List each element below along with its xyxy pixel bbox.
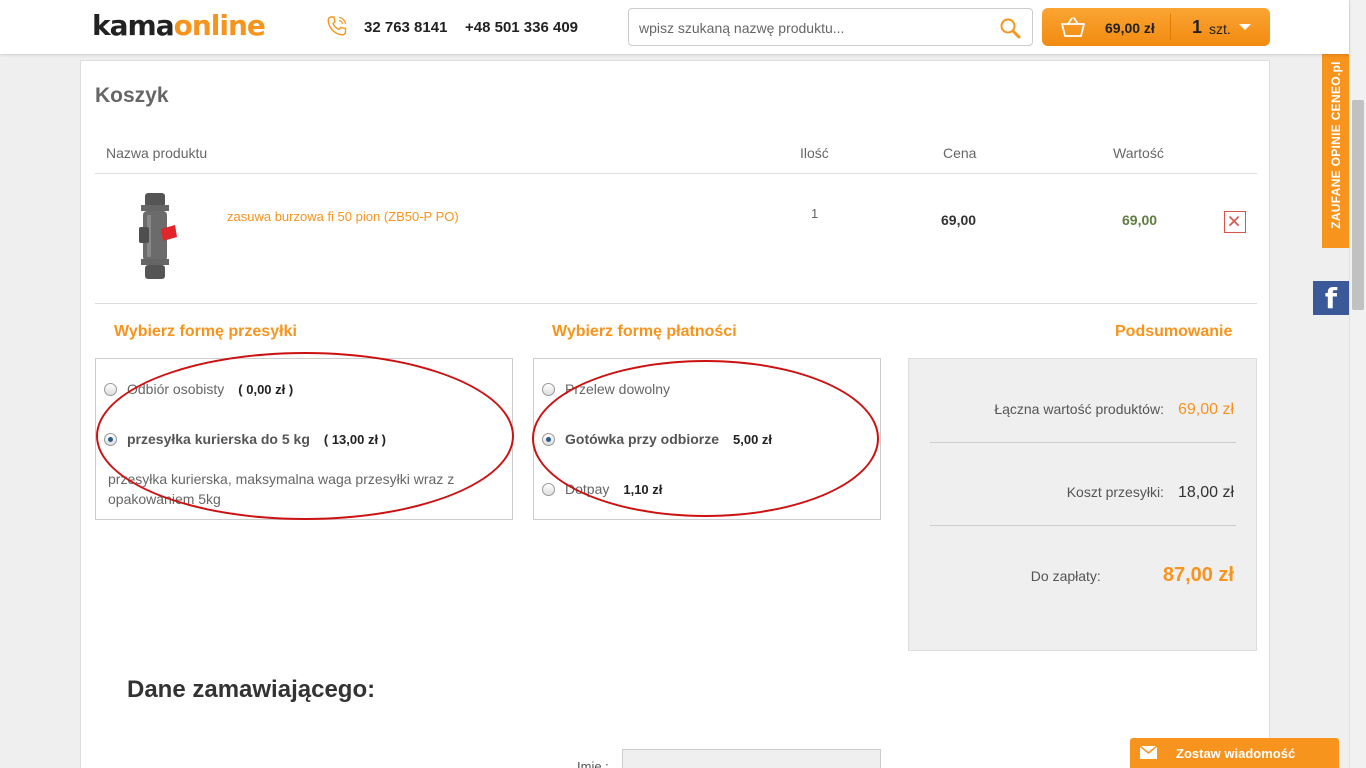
product-name-link[interactable]: zasuwa burzowa fi 50 pion (ZB50-P PO) xyxy=(227,209,459,224)
close-icon xyxy=(1228,215,1240,227)
shipping-description: przesyłka kurierska, maksymalna waga prz… xyxy=(108,471,455,507)
product-image[interactable] xyxy=(121,189,191,285)
shipping-title: Wybierz formę przesyłki xyxy=(114,323,297,340)
shipping-options: Odbiór osobisty ( 0,00 zł ) przesyłka ku… xyxy=(95,358,513,520)
envelope-icon xyxy=(1140,746,1157,759)
phone-icon xyxy=(327,16,347,36)
scrollbar-thumb[interactable] xyxy=(1352,100,1364,310)
search-input[interactable] xyxy=(639,18,979,38)
site-header: kamaonline 32 763 8141 +48 501 336 409 6… xyxy=(0,0,1349,54)
summary-title: Podsumowanie xyxy=(1115,323,1233,340)
summary-divider xyxy=(930,525,1236,526)
chevron-down-icon[interactable] xyxy=(1239,24,1251,30)
scrollbar[interactable] xyxy=(1349,0,1366,768)
radio-dotpay[interactable] xyxy=(542,482,555,496)
magnifier-icon[interactable] xyxy=(998,16,1022,40)
cart-button[interactable]: 69,00 zł 1 szt. xyxy=(1042,8,1270,46)
first-name-input[interactable] xyxy=(622,749,881,768)
cart-unit: szt. xyxy=(1209,21,1231,37)
order-summary: Łączna wartość produktów: 69,00 zł Koszt… xyxy=(908,358,1257,651)
payment-option-transfer[interactable]: Przelew dowolny xyxy=(542,381,670,397)
payment-option-dotpay[interactable]: Dotpay 1,10 zł xyxy=(542,481,662,497)
phone-number-2[interactable]: +48 501 336 409 xyxy=(465,19,578,36)
table-header-divider xyxy=(95,173,1257,174)
summary-divider xyxy=(930,442,1236,443)
remove-item-button[interactable] xyxy=(1224,211,1246,233)
radio-pickup[interactable] xyxy=(104,382,117,396)
summary-shipping: Koszt przesyłki: 18,00 zł xyxy=(1066,484,1234,501)
summary-total: Do zapłaty: 87,00 zł xyxy=(1030,564,1234,586)
cart-panel: Koszyk Nazwa produktu Ilość Cena Wartość… xyxy=(80,60,1270,768)
customer-section-title: Dane zamawiającego: xyxy=(127,676,376,703)
basket-icon xyxy=(1061,17,1085,37)
column-header-value: Wartość xyxy=(1113,145,1164,161)
column-header-qty: Ilość xyxy=(800,145,829,161)
payment-option-cod[interactable]: Gotówka przy odbiorze 5,00 zł xyxy=(542,431,772,447)
column-header-price: Cena xyxy=(943,145,977,161)
page-title: Koszyk xyxy=(95,84,169,107)
search-box xyxy=(628,8,1033,46)
cart-divider xyxy=(1170,14,1171,40)
cart-count: 1 xyxy=(1192,17,1203,37)
payment-options: Przelew dowolny Gotówka przy odbiorze 5,… xyxy=(533,358,881,520)
cart-total: 69,00 zł xyxy=(1105,20,1155,36)
summary-products: Łączna wartość produktów: 69,00 zł xyxy=(994,401,1234,418)
facebook-icon[interactable]: f xyxy=(1313,281,1349,315)
table-bottom-divider xyxy=(95,303,1257,304)
ceneo-badge[interactable]: ZAUFANE OPINIE CENEO.pl xyxy=(1322,52,1349,248)
phone-number-1[interactable]: 32 763 8141 xyxy=(364,19,447,36)
radio-cod[interactable] xyxy=(542,432,555,446)
product-price: 69,00 xyxy=(941,212,977,228)
payment-title: Wybierz formę płatności xyxy=(552,323,737,340)
shipping-option-pickup[interactable]: Odbiór osobisty ( 0,00 zł ) xyxy=(104,381,293,397)
radio-courier[interactable] xyxy=(104,432,117,446)
shipping-option-courier[interactable]: przesyłka kurierska do 5 kg ( 13,00 zł ) xyxy=(104,431,386,447)
first-name-label: Imię : xyxy=(577,759,609,768)
product-qty: 1 xyxy=(811,206,819,221)
leave-message-button[interactable]: Zostaw wiadomość xyxy=(1130,738,1339,768)
column-header-name: Nazwa produktu xyxy=(106,145,208,161)
site-logo[interactable]: kamaonline xyxy=(92,9,266,42)
radio-transfer[interactable] xyxy=(542,382,555,396)
product-value: 69,00 xyxy=(1122,212,1158,228)
